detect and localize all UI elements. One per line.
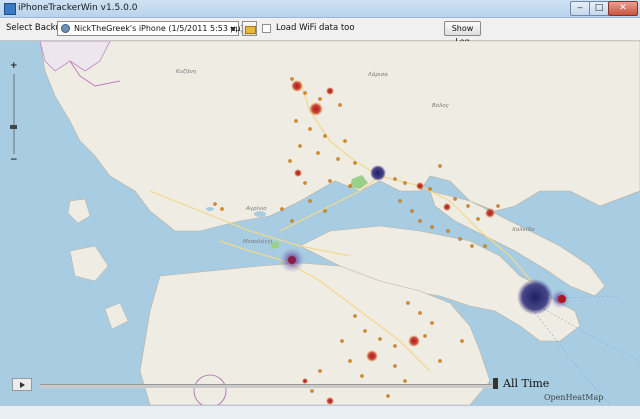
timeline-slider-track[interactable]	[40, 384, 492, 388]
lake	[206, 207, 214, 211]
backup-select[interactable]: NickTheGreek's iPhone (1/5/2011 5:53 μμ)	[57, 21, 244, 36]
device-icon	[61, 24, 70, 33]
zoom-in-button[interactable]: +	[10, 61, 18, 71]
land-kefalonia	[69, 245, 109, 282]
timeline-slider-handle[interactable]	[493, 378, 498, 389]
title-bar: iPhoneTrackerWin v1.5.0.0 ‒ □ ✕	[0, 0, 640, 18]
minimize-button[interactable]: ‒	[570, 1, 590, 16]
place-label: Κοζάνη	[176, 69, 197, 75]
place-label: Μεσολόγγι	[243, 239, 273, 245]
map-canvas	[39, 41, 640, 405]
place-label: Χαλκίδα	[512, 227, 535, 233]
openheatmap-attribution[interactable]: OpenHeatMap	[544, 393, 603, 402]
place-label: Βόλος	[432, 103, 449, 109]
window-title: iPhoneTrackerWin v1.5.0.0	[18, 3, 138, 13]
land-mainland-north	[39, 41, 640, 232]
play-icon	[20, 382, 25, 388]
map-view[interactable]: Λάρισα Βόλος Χαλκίδα Αγρίνιο Μεσολόγγι Κ…	[0, 41, 640, 405]
time-range-label: All Time	[503, 377, 550, 390]
wifi-checkbox[interactable]	[262, 24, 271, 33]
show-log-button[interactable]: Show Log	[444, 21, 481, 46]
folder-icon	[245, 26, 256, 34]
zoom-slider-handle[interactable]	[10, 125, 17, 129]
maximize-button[interactable]: □	[589, 1, 609, 16]
land-lefkada	[67, 198, 91, 224]
status-bar	[0, 405, 640, 419]
zoom-slider-track[interactable]	[13, 74, 15, 154]
zoom-out-button[interactable]: −	[10, 155, 18, 165]
app-icon	[4, 3, 16, 15]
place-label: Λάρισα	[368, 72, 388, 78]
play-button[interactable]	[12, 378, 32, 391]
wifi-checkbox-label[interactable]: Load WiFi data too	[276, 23, 355, 33]
land-zakynthos	[104, 302, 129, 330]
browse-folder-button[interactable]	[242, 21, 257, 36]
close-button[interactable]: ✕	[608, 1, 638, 16]
place-label: Αγρίνιο	[246, 206, 267, 212]
chevron-down-icon[interactable]	[230, 27, 236, 31]
backup-select-value: NickTheGreek's iPhone (1/5/2011 5:53 μμ)	[74, 24, 244, 33]
toolbar: Select Backup: NickTheGreek's iPhone (1/…	[0, 18, 640, 46]
